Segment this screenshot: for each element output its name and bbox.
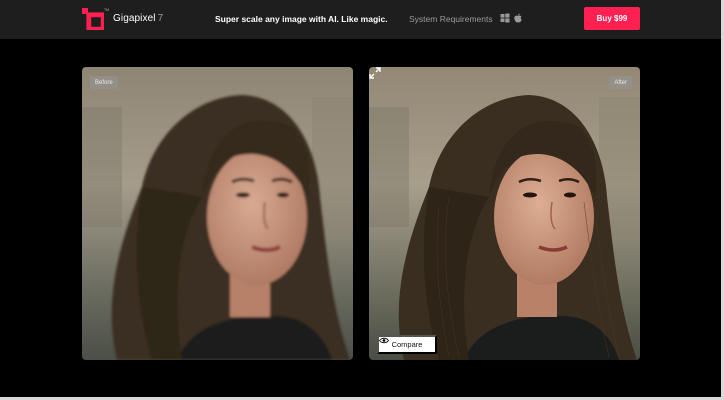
before-label: Before	[90, 76, 118, 89]
top-header: TM Gigapixel 7 Super scale any image with…	[0, 0, 724, 39]
compare-button[interactable]: Compare	[377, 335, 437, 354]
system-requirements-link[interactable]: System Requirements	[409, 14, 493, 24]
logo-tm: TM	[104, 8, 110, 12]
after-portrait	[369, 67, 640, 360]
eye-icon	[379, 337, 389, 344]
buy-button[interactable]: Buy $99	[584, 7, 640, 30]
tagline: Super scale any image with AI. Like magi…	[215, 14, 388, 24]
before-image: Before	[82, 67, 353, 360]
expand-icon[interactable]	[369, 67, 381, 79]
apple-icon	[514, 13, 522, 23]
after-image: After Compare	[369, 67, 640, 360]
windows-icon	[500, 13, 510, 23]
gigapixel-logo[interactable]	[82, 8, 104, 30]
brand-title: Gigapixel	[113, 13, 156, 24]
compare-label: Compare	[391, 340, 423, 349]
brand-version: 7	[157, 13, 164, 24]
after-label: After	[609, 76, 632, 89]
brand-name: Gigapixel 7	[113, 13, 163, 24]
before-portrait	[82, 67, 353, 360]
